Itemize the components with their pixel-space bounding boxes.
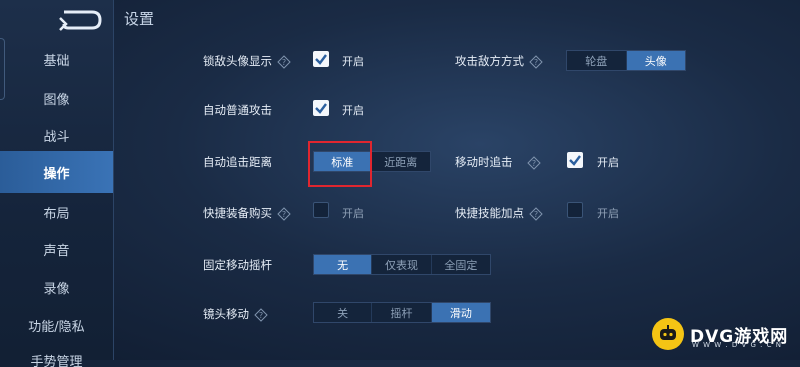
quick-buy-checkbox[interactable] [313,202,329,218]
joystick-option-none[interactable]: 无 [314,255,373,274]
svg-text:?: ? [282,58,286,67]
svg-text:?: ? [534,210,538,219]
sidebar-item-label: 功能/隐私 [28,319,85,335]
sidebar: 基础 图像 战斗 操作 布局 声音 录像 功能/隐私 手势管理 [0,0,114,367]
sidebar-item-controls[interactable]: 操作 [0,151,113,193]
setting-label-text: 移动时追击 [455,155,513,169]
checkmark-icon [569,155,581,166]
sidebar-item-label: 战斗 [43,129,70,145]
setting-label-text: 快捷装备购买 [203,206,272,220]
back-arrow-icon [59,10,102,31]
sidebar-item-gestures[interactable]: 手势管理 [0,351,113,367]
setting-label-lock-enemy-avatar: 锁敌头像显示? [203,53,291,69]
watermark-subtext: W W W . D V G . C N [692,341,782,349]
sidebar-item-label: 图像 [43,92,70,108]
lock-enemy-avatar-value: 开启 [342,55,364,68]
chase-while-moving-checkbox[interactable] [567,152,583,168]
setting-label-quick-skill: 快捷技能加点? [455,205,543,221]
help-icon[interactable]: ? [529,206,543,221]
camera-option-swipe[interactable]: 滑动 [431,303,490,322]
help-icon[interactable]: ? [277,54,291,69]
sidebar-item-graphics[interactable]: 图像 [0,77,113,119]
checkmark-icon [315,54,327,65]
sidebar-item-layout[interactable]: 布局 [0,191,113,233]
quick-skill-checkbox[interactable] [567,202,583,218]
quick-skill-value: 开启 [597,207,619,220]
camera-move-selector: 关 摇杆 滑动 [313,302,491,323]
setting-label-chase-while-moving: 移动时追击? [455,154,541,170]
help-icon[interactable]: ? [526,155,541,170]
joystick-option-visual-only[interactable]: 仅表现 [372,255,432,274]
auto-attack-checkbox[interactable] [313,100,329,116]
back-button[interactable] [56,8,104,32]
sidebar-item-label: 手势管理 [30,355,83,367]
sidebar-item-label: 操作 [43,166,70,182]
watermark: DVG游戏网 W W W . D V G . C N [652,318,788,350]
page-title: 设置 [124,10,155,28]
setting-label-fixed-joystick: 固定移动摇杆 [203,258,272,272]
setting-label-text: 镜头移动 [203,307,249,321]
game-controller-logo-icon [652,318,684,350]
help-icon[interactable]: ? [254,307,268,322]
sidebar-item-basic[interactable]: 基础 [0,38,113,80]
sidebar-item-sound[interactable]: 声音 [0,228,113,270]
help-icon[interactable]: ? [277,206,291,221]
setting-label-text: 锁敌头像显示 [203,54,272,68]
lock-enemy-avatar-checkbox[interactable] [313,51,329,67]
svg-text:?: ? [534,58,538,67]
sidebar-item-label: 布局 [43,206,70,222]
checkmark-icon [315,103,327,114]
fixed-joystick-selector: 无 仅表现 全固定 [313,254,491,275]
attack-mode-option-avatar[interactable]: 头像 [626,51,685,70]
joystick-option-fully-fixed[interactable]: 全固定 [432,255,490,274]
sidebar-item-label: 声音 [43,243,70,259]
help-icon[interactable]: ? [529,54,543,69]
setting-label-attack-mode: 攻击敌方方式? [455,53,543,69]
setting-label-quick-buy: 快捷装备购买? [203,205,291,221]
attack-mode-selector: 轮盘 头像 [566,50,686,71]
setting-label-camera-move: 镜头移动? [203,306,268,322]
sidebar-item-combat[interactable]: 战斗 [0,114,113,156]
chase-distance-option-standard[interactable]: 标准 [314,152,372,171]
setting-label-text: 快捷技能加点 [455,206,524,220]
camera-option-off[interactable]: 关 [314,303,373,322]
setting-label-auto-attack: 自动普通攻击 [203,103,272,117]
sidebar-item-features-privacy[interactable]: 功能/隐私 [0,304,113,346]
camera-option-joystick[interactable]: 摇杆 [372,303,432,322]
svg-text:?: ? [282,210,286,219]
sidebar-item-label: 基础 [43,53,70,69]
setting-label-text: 攻击敌方方式 [455,54,524,68]
sidebar-item-replay[interactable]: 录像 [0,266,113,308]
setting-label-auto-chase-distance: 自动追击距离 [203,155,272,169]
auto-chase-distance-selector: 标准 近距离 [313,151,431,172]
svg-text:?: ? [259,311,263,320]
chase-while-moving-value: 开启 [597,156,619,169]
chase-distance-option-close[interactable]: 近距离 [372,152,430,171]
auto-attack-value: 开启 [342,104,364,117]
attack-mode-option-wheel[interactable]: 轮盘 [567,51,627,70]
svg-text:?: ? [531,159,535,168]
sidebar-item-label: 录像 [43,281,70,297]
quick-buy-value: 开启 [342,207,364,220]
